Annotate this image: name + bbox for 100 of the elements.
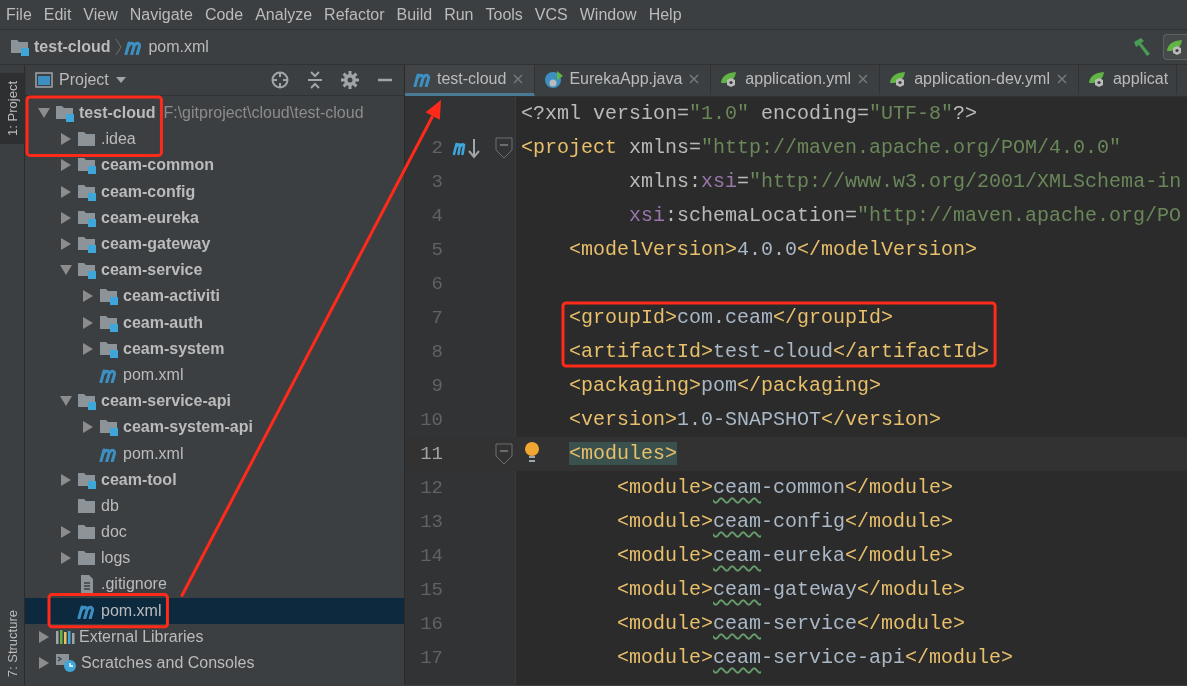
menu-item[interactable]: Edit bbox=[37, 0, 78, 29]
item-label: Scratches and Consoles bbox=[81, 653, 255, 674]
menu-item[interactable]: Navigate bbox=[123, 0, 199, 29]
m-icon bbox=[413, 71, 433, 87]
expand-arrow[interactable] bbox=[82, 316, 94, 329]
expand-arrow[interactable] bbox=[38, 657, 50, 670]
tree-row[interactable]: pom.xml bbox=[25, 361, 404, 389]
tree-row[interactable]: test-cloud F:\gitproject\cloud\test-cloud bbox=[25, 100, 404, 127]
tool-window-tab[interactable]: 7: Structure bbox=[0, 601, 26, 685]
tree-row[interactable]: ceam-system-api bbox=[25, 414, 404, 441]
expand-arrow[interactable] bbox=[82, 421, 94, 434]
menu-item[interactable]: Window bbox=[573, 0, 643, 29]
menu-item[interactable]: Tools bbox=[479, 0, 529, 29]
expand-arrow[interactable] bbox=[60, 185, 72, 198]
tree-row[interactable]: .gitignore bbox=[25, 571, 404, 598]
tree-row[interactable]: logs bbox=[25, 545, 404, 572]
tree-row[interactable]: db bbox=[25, 492, 404, 519]
tree-row[interactable]: ceam-activiti bbox=[25, 283, 404, 310]
module-folder-icon bbox=[99, 339, 119, 358]
menu-item[interactable]: Code bbox=[198, 0, 250, 29]
editor-tab[interactable]: test-cloud bbox=[405, 65, 536, 96]
code-line: <packaging>pom</packaging> bbox=[568, 373, 882, 399]
menu-item[interactable]: Refactor bbox=[318, 0, 391, 29]
code-line: <artifactId>test-cloud</artifactId> bbox=[568, 339, 990, 365]
folder-icon bbox=[77, 523, 97, 542]
tree-row[interactable]: pom.xml bbox=[25, 597, 404, 624]
bulb-icon[interactable] bbox=[524, 441, 540, 465]
collapse-icon[interactable] bbox=[306, 70, 324, 90]
settings-icon[interactable] bbox=[340, 70, 360, 90]
tree-row[interactable]: .idea bbox=[25, 126, 404, 153]
caret-icon bbox=[114, 76, 127, 84]
expand-arrow[interactable] bbox=[60, 133, 72, 146]
item-label: ceam-gateway bbox=[101, 234, 211, 255]
tree-row[interactable]: ceam-config bbox=[25, 178, 404, 205]
code-line: <modelVersion>4.0.0</modelVersion> bbox=[568, 237, 978, 263]
editor-tab[interactable]: EurekaApp.java bbox=[535, 65, 712, 96]
expand-arrow[interactable] bbox=[60, 238, 72, 251]
item-label: .idea bbox=[101, 129, 136, 150]
module-folder-icon bbox=[99, 418, 119, 437]
tree-row[interactable]: ceam-auth bbox=[25, 309, 404, 336]
tree-row[interactable]: Scratches and Consoles bbox=[25, 649, 404, 677]
item-label: ceam-config bbox=[101, 181, 196, 202]
fold-marker[interactable] bbox=[495, 137, 513, 159]
tree-row[interactable]: ceam-gateway bbox=[25, 230, 404, 258]
editor-tab[interactable]: application.yml bbox=[711, 65, 881, 96]
expand-arrow[interactable] bbox=[60, 159, 72, 172]
item-label: pom.xml bbox=[123, 443, 184, 464]
locate-icon[interactable] bbox=[270, 70, 290, 90]
project-view-dropdown[interactable]: Project bbox=[35, 68, 127, 92]
code-line: <module>ceam-eureka</module> bbox=[616, 543, 954, 569]
module-folder-icon bbox=[77, 208, 97, 227]
panel-icon bbox=[35, 72, 53, 88]
expand-arrow[interactable] bbox=[60, 526, 72, 539]
expand-arrow[interactable] bbox=[60, 395, 72, 408]
code-line: <module>ceam-common</module> bbox=[616, 475, 954, 501]
tree-row[interactable]: ceam-tool bbox=[25, 466, 404, 493]
item-label: test-cloud bbox=[79, 103, 156, 124]
editor-tab[interactable]: applicat bbox=[1078, 65, 1178, 96]
tree-row[interactable]: ceam-service-api bbox=[25, 388, 404, 415]
menu-item[interactable]: Help bbox=[642, 0, 688, 29]
module-folder-icon bbox=[77, 156, 97, 175]
tree-row[interactable]: doc bbox=[25, 519, 404, 546]
tree-row[interactable]: ceam-service bbox=[25, 257, 404, 284]
code-line: <module>ceam-service</module> bbox=[616, 611, 966, 637]
breadcrumb-item[interactable]: pom.xml bbox=[148, 35, 209, 59]
expand-arrow[interactable] bbox=[38, 630, 50, 643]
fold-marker[interactable] bbox=[495, 443, 513, 465]
tree-row[interactable]: pom.xml bbox=[25, 440, 404, 467]
tree-row[interactable]: External Libraries bbox=[25, 623, 404, 650]
item-label: External Libraries bbox=[79, 626, 204, 647]
tree-row[interactable]: ceam-eureka bbox=[25, 204, 404, 231]
menu-item[interactable]: View bbox=[77, 0, 124, 29]
tree-row[interactable]: ceam-common bbox=[25, 152, 404, 179]
folder-icon bbox=[77, 130, 97, 149]
code-line: <version>1.0-SNAPSHOT</version> bbox=[568, 407, 942, 433]
item-label: ceam-service-api bbox=[101, 391, 231, 412]
expand-arrow[interactable] bbox=[38, 107, 50, 120]
item-label: .gitignore bbox=[101, 574, 167, 595]
expand-arrow[interactable] bbox=[60, 473, 72, 486]
editor-tab[interactable]: application-dev.yml bbox=[880, 65, 1079, 96]
module-folder-icon bbox=[77, 182, 97, 201]
run-config-button[interactable] bbox=[1163, 34, 1187, 60]
menu-item[interactable]: Build bbox=[390, 0, 439, 29]
code-line: <module>ceam-service-api</module> bbox=[616, 645, 1014, 671]
expand-arrow[interactable] bbox=[60, 264, 72, 277]
expand-arrow[interactable] bbox=[60, 211, 72, 224]
menu-item[interactable]: VCS bbox=[528, 0, 574, 29]
item-label: ceam-system bbox=[123, 338, 225, 359]
tool-window-tab[interactable]: 1: Project bbox=[0, 73, 26, 144]
expand-arrow[interactable] bbox=[82, 342, 94, 355]
code-line: xsi:schemaLocation="http://maven.apache.org/PO bbox=[628, 203, 1182, 229]
tree-row[interactable]: ceam-system bbox=[25, 335, 404, 362]
menu-item[interactable]: Analyze bbox=[249, 0, 319, 29]
item-label: db bbox=[101, 495, 119, 516]
menu-item[interactable]: Run bbox=[438, 0, 480, 29]
menu-item[interactable]: File bbox=[0, 0, 38, 29]
breadcrumb-item[interactable]: test-cloud bbox=[34, 35, 111, 59]
path-hint: F:\gitproject\cloud\test-cloud bbox=[163, 103, 364, 124]
expand-arrow[interactable] bbox=[82, 290, 94, 303]
expand-arrow[interactable] bbox=[60, 552, 72, 565]
